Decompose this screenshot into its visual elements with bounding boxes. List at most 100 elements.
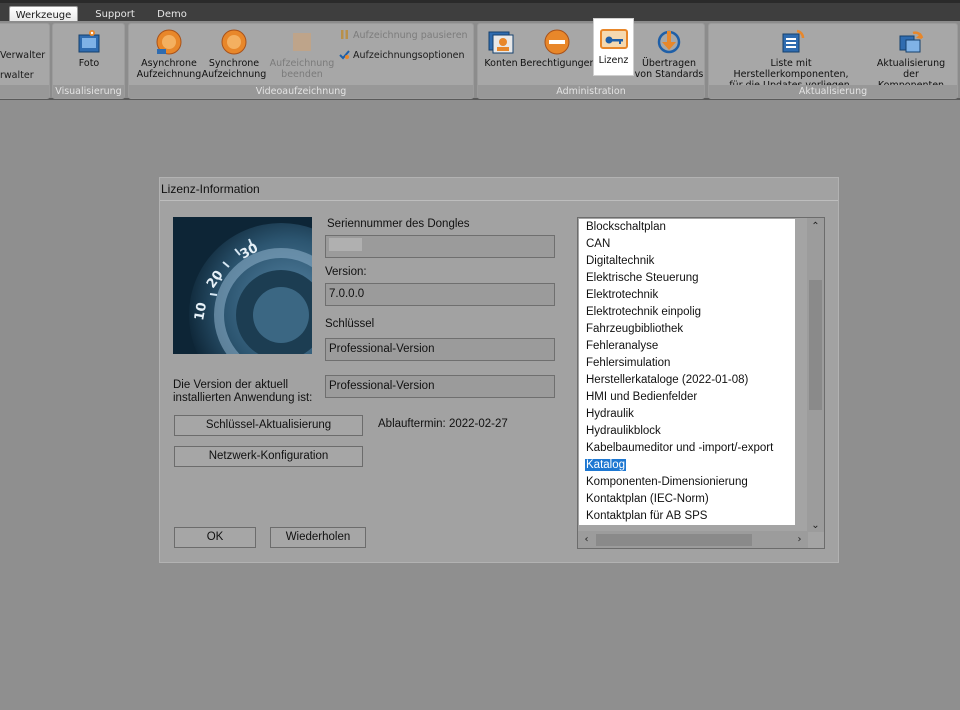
scroll-down-arrow-icon[interactable]: ⌄ [807, 517, 824, 534]
vertical-scrollbar[interactable]: ⌃ ⌄ [807, 218, 824, 532]
vendor-updates-list-button[interactable]: Liste mit Herstellerkomponenten, für die… [713, 27, 869, 91]
list-item[interactable]: Elektrotechnik einpolig [579, 304, 795, 321]
scroll-left-arrow-icon[interactable]: ‹ [578, 531, 595, 548]
list-item[interactable]: Hydraulikblock [579, 423, 795, 440]
serial-number-label: Seriennummer des Dongles [327, 218, 470, 230]
safe-dial-illustration: 30 20 10 [173, 217, 312, 354]
license-button[interactable]: Lizenz [593, 18, 634, 76]
list-item[interactable]: Herstellerkataloge (2022-01-08) [579, 372, 795, 389]
list-item[interactable]: Fehlersimulation [579, 355, 795, 372]
list-item[interactable]: Fahrzeugbibliothek [579, 321, 795, 338]
version-label: Version: [325, 266, 367, 278]
list-item[interactable]: Komponenten-Dimensionierung [579, 474, 795, 491]
list-item-label: Kontaktplan (IEC-Norm) [586, 493, 709, 505]
options-check-icon [339, 50, 350, 60]
async-label-2: Aufzeichnung [136, 69, 202, 80]
ribbon-group-aktualisierung: Liste mit Herstellerkomponenten, für die… [708, 23, 958, 99]
list-item[interactable]: Digitaltechnik [579, 253, 795, 270]
installed-version-field[interactable]: Professional-Version [325, 375, 555, 398]
accounts-button[interactable]: Konten [481, 27, 521, 85]
permissions-label: Berechtigungen [520, 58, 596, 69]
license-label: Lizenz [598, 55, 629, 66]
group-title-video: Videoaufzeichnung [129, 85, 473, 98]
horizontal-scroll-thumb[interactable] [596, 534, 752, 546]
update-components-label-1: Aktualisierung [876, 58, 946, 69]
ribbon-group-visualisierung: Foto Visualisierung [52, 23, 125, 99]
update-components-button[interactable]: Aktualisierung der Komponenten [869, 27, 953, 91]
group-title-visualisierung: Visualisierung [53, 85, 124, 98]
list-content: Blockschaltplan CAN Digitaltechnik Elektris… [579, 219, 795, 525]
dialog-title-separator [160, 200, 838, 201]
safe-dial-image: 30 20 10 [173, 217, 312, 354]
list-item[interactable]: HMI und Bedienfelder [579, 389, 795, 406]
horizontal-scrollbar[interactable]: ‹ › [578, 531, 808, 548]
verwalter-button-2[interactable]: rwalter [0, 69, 34, 82]
list-item[interactable]: Kabelbaumeditor und -import/-export [579, 440, 795, 457]
serial-number-field[interactable] [325, 235, 555, 258]
list-item-label: Kontaktplan für AB SPS [586, 510, 708, 522]
list-item[interactable]: Fehleranalyse [579, 338, 795, 355]
ribbon-group-verwaltung: Verwalter rwalter [0, 23, 50, 99]
group-title-aktualisierung: Aktualisierung [709, 85, 957, 98]
scroll-right-arrow-icon[interactable]: › [791, 531, 808, 548]
list-item-label: Fehleranalyse [586, 340, 659, 352]
list-item-label: CAN [586, 238, 611, 250]
list-item-label: Katalog [585, 459, 627, 471]
transfer-standards-button[interactable]: Übertragen von Standards [634, 27, 704, 85]
list-item-label: Hydraulik [586, 408, 634, 420]
group-title-administration: Administration [478, 85, 704, 98]
retry-button[interactable]: Wiederholen [270, 527, 366, 548]
record-sync-icon [221, 29, 247, 55]
list-item-label: Herstellerkataloge (2022-01-08) [586, 374, 749, 386]
transfer-download-icon [657, 30, 681, 54]
expiry-date-text: Ablauftermin: 2022-02-27 [378, 418, 508, 430]
scroll-up-arrow-icon[interactable]: ⌃ [807, 218, 824, 235]
network-config-button[interactable]: Netzwerk-Konfiguration [174, 446, 363, 467]
recording-options-button[interactable]: Aufzeichnungsoptionen [339, 49, 465, 62]
camera-photo-icon [78, 30, 100, 53]
installed-version-label-line1: Die Version der aktuell [173, 379, 289, 391]
licensed-modules-list[interactable]: Blockschaltplan CAN Digitaltechnik Elektris… [577, 217, 825, 549]
list-item-label: Blockschaltplan [586, 221, 666, 233]
installed-version-label-line2: installierten Anwendung ist: [173, 392, 313, 404]
ok-button[interactable]: OK [174, 527, 256, 548]
transfer-label-1: Übertragen [641, 58, 697, 69]
sync-recording-button[interactable]: Synchrone Aufzeichnung [201, 27, 267, 85]
version-field[interactable]: 7.0.0.0 [325, 283, 555, 306]
list-item[interactable]: Blockschaltplan [579, 219, 795, 236]
list-item[interactable]: Katalog [579, 457, 795, 474]
end-label-1: Aufzeichnung [269, 58, 335, 69]
transfer-label-2: von Standards [634, 69, 704, 80]
options-label: Aufzeichnungsoptionen [353, 50, 465, 61]
no-entry-icon [544, 29, 570, 55]
list-item-label: Kabelbaumeditor und -import/-export [586, 442, 774, 454]
list-item[interactable]: CAN [579, 236, 795, 253]
list-item[interactable]: Elektrotechnik [579, 287, 795, 304]
ribbon-group-administration: Konten Berechtigungen Lizenz Übertragen … [477, 18, 705, 99]
vertical-scroll-thumb[interactable] [809, 280, 822, 410]
list-item-label: Digitaltechnik [586, 255, 655, 267]
installed-version-label: Die Version der aktuell installierten An… [173, 379, 312, 405]
stop-recording-icon [293, 33, 311, 51]
list-item[interactable]: Kontaktplan (IEC-Norm) [579, 491, 795, 508]
accounts-icon [488, 31, 514, 54]
foto-button[interactable]: Foto [67, 27, 111, 85]
end-recording-button[interactable]: Aufzeichnung beenden [268, 27, 336, 85]
ribbon-tab-strip: Werkzeuge Support Demo [0, 0, 960, 24]
list-item[interactable]: Hydraulik [579, 406, 795, 423]
pause-recording-button[interactable]: Aufzeichnung pausieren [339, 29, 468, 42]
license-info-dialog: Lizenz-Information 30 20 10 Seriennummer… [159, 177, 839, 563]
key-update-button[interactable]: Schlüssel-Aktualisierung [174, 415, 363, 436]
list-item[interactable]: Elektrische Steuerung [579, 270, 795, 287]
list-item[interactable]: Kontaktplan für AB SPS [579, 508, 795, 525]
async-recording-button[interactable]: Asynchrone Aufzeichnung [133, 27, 205, 85]
list-item-label: Elektrotechnik einpolig [586, 306, 702, 318]
ribbon: Verwalter rwalter Foto Visualisierung As… [0, 18, 960, 100]
list-item-label: HMI und Bedienfelder [586, 391, 698, 403]
verwalter-button[interactable]: Verwalter [0, 49, 45, 62]
key-label: Schlüssel [325, 318, 375, 330]
redacted-serial-block [329, 238, 362, 251]
permissions-button[interactable]: Berechtigungen [520, 27, 596, 85]
pause-icon [341, 30, 348, 39]
key-field[interactable]: Professional-Version [325, 338, 555, 361]
